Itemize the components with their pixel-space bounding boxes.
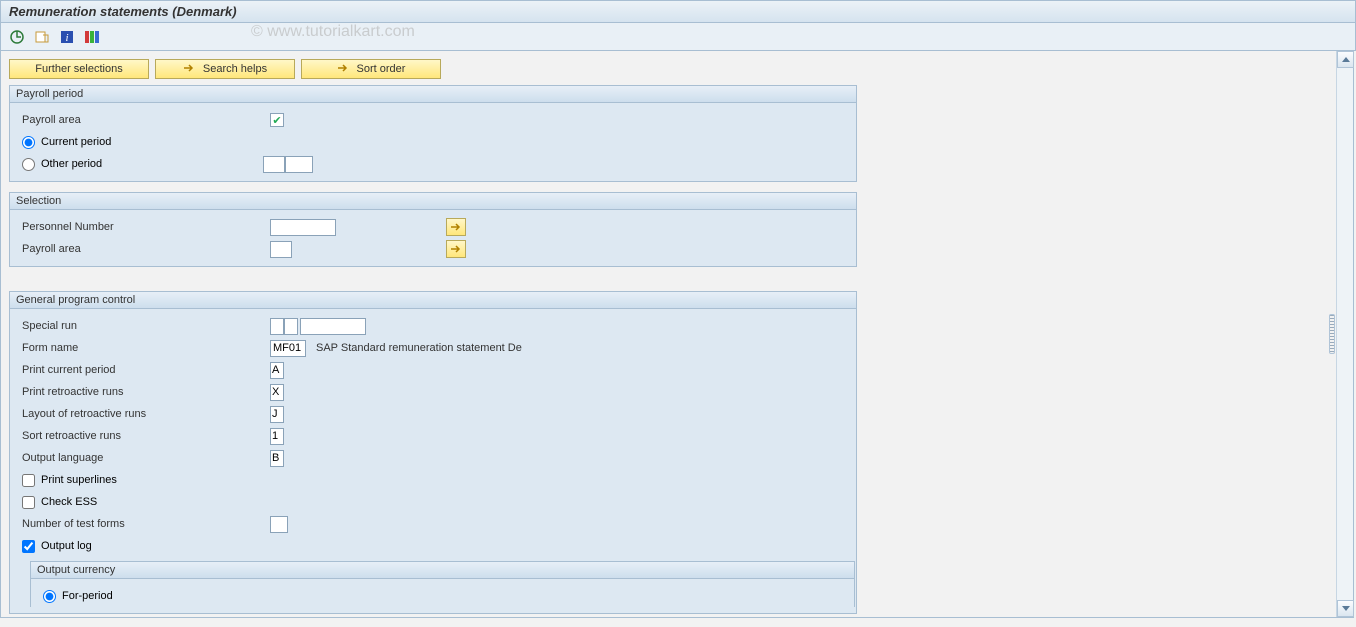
output-log-checkbox[interactable] xyxy=(22,540,35,553)
output-lang-label: Output language xyxy=(22,452,270,464)
scroll-up-button[interactable] xyxy=(1337,51,1354,68)
group-header: Output currency xyxy=(31,562,854,579)
form-name-label: Form name xyxy=(22,342,270,354)
for-period-label: For-period xyxy=(62,590,113,602)
num-test-label: Number of test forms xyxy=(22,518,270,530)
group-title: Selection xyxy=(16,195,61,207)
sort-retro-label: Sort retroactive runs xyxy=(22,430,270,442)
group-selection: Selection Personnel Number Payroll area xyxy=(9,192,857,267)
application-toolbar: i © www.tutorialkart.com xyxy=(0,23,1356,51)
chevron-down-icon xyxy=(1342,606,1350,611)
vertical-scrollbar[interactable] xyxy=(1336,51,1353,617)
print-retro-input[interactable] xyxy=(270,384,284,401)
selection-button-row: Further selections Search helps Sort ord… xyxy=(1,51,1333,85)
other-period-input1[interactable] xyxy=(263,156,285,173)
multiple-selection-button[interactable] xyxy=(446,240,466,258)
special-run-input3[interactable] xyxy=(300,318,366,335)
required-check-icon: ✔ xyxy=(270,113,284,127)
arrow-right-icon xyxy=(183,63,195,76)
personnel-number-input[interactable] xyxy=(270,219,336,236)
special-run-input2[interactable] xyxy=(284,318,298,335)
group-header: General program control xyxy=(10,292,856,309)
print-superlines-checkbox[interactable] xyxy=(22,474,35,487)
execute-icon[interactable] xyxy=(9,29,25,45)
search-helps-label: Search helps xyxy=(203,63,267,75)
group-output-currency: Output currency For-period xyxy=(30,561,855,607)
group-general-program-control: General program control Special run Form… xyxy=(9,291,857,614)
check-ess-label: Check ESS xyxy=(41,496,97,508)
multiple-selection-button[interactable] xyxy=(446,218,466,236)
other-period-label: Other period xyxy=(41,158,263,170)
program-icon[interactable] xyxy=(84,29,100,45)
print-retro-label: Print retroactive runs xyxy=(22,386,270,398)
scroll-down-button[interactable] xyxy=(1337,600,1354,617)
watermark-text: © www.tutorialkart.com xyxy=(251,23,415,41)
arrow-right-icon xyxy=(337,63,349,76)
personnel-number-label: Personnel Number xyxy=(22,221,270,233)
other-period-input2[interactable] xyxy=(285,156,313,173)
layout-retro-label: Layout of retroactive runs xyxy=(22,408,270,420)
further-selections-button[interactable]: Further selections xyxy=(9,59,149,79)
payroll-area-label: Payroll area xyxy=(22,114,270,126)
num-test-input[interactable] xyxy=(270,516,288,533)
current-period-radio[interactable] xyxy=(22,136,35,149)
group-header: Payroll period xyxy=(10,86,856,103)
current-period-label: Current period xyxy=(41,136,111,148)
group-title: Payroll period xyxy=(16,88,83,100)
svg-text:i: i xyxy=(65,32,68,44)
title-text: Remuneration statements (Denmark) xyxy=(9,4,237,19)
check-ess-checkbox[interactable] xyxy=(22,496,35,509)
get-variant-icon[interactable] xyxy=(34,29,50,45)
further-selections-label: Further selections xyxy=(35,63,122,75)
other-period-radio[interactable] xyxy=(22,158,35,171)
special-run-label: Special run xyxy=(22,320,270,332)
sort-order-label: Sort order xyxy=(357,63,406,75)
scroll-track[interactable] xyxy=(1337,68,1353,600)
payroll-area-sel-input[interactable] xyxy=(270,241,292,258)
sort-retro-input[interactable] xyxy=(270,428,284,445)
special-run-input1[interactable] xyxy=(270,318,284,335)
print-current-label: Print current period xyxy=(22,364,270,376)
output-log-label: Output log xyxy=(41,540,92,552)
group-title: Output currency xyxy=(37,564,115,576)
info-icon[interactable]: i xyxy=(59,29,75,45)
group-header: Selection xyxy=(10,193,856,210)
group-payroll-period: Payroll period Payroll area ✔ Current pe… xyxy=(9,85,857,182)
chevron-up-icon xyxy=(1342,57,1350,62)
payroll-area-sel-label: Payroll area xyxy=(22,243,270,255)
content-area: Further selections Search helps Sort ord… xyxy=(0,51,1354,618)
search-helps-button[interactable]: Search helps xyxy=(155,59,295,79)
form-name-input[interactable] xyxy=(270,340,306,357)
resize-grip-icon[interactable] xyxy=(1329,314,1335,354)
form-name-description: SAP Standard remuneration statement De xyxy=(316,342,522,354)
page-title: Remuneration statements (Denmark) xyxy=(0,0,1356,23)
layout-retro-input[interactable] xyxy=(270,406,284,423)
output-lang-input[interactable] xyxy=(270,450,284,467)
print-superlines-label: Print superlines xyxy=(41,474,117,486)
group-title: General program control xyxy=(16,294,135,306)
sort-order-button[interactable]: Sort order xyxy=(301,59,441,79)
print-current-input[interactable] xyxy=(270,362,284,379)
for-period-radio[interactable] xyxy=(43,590,56,603)
